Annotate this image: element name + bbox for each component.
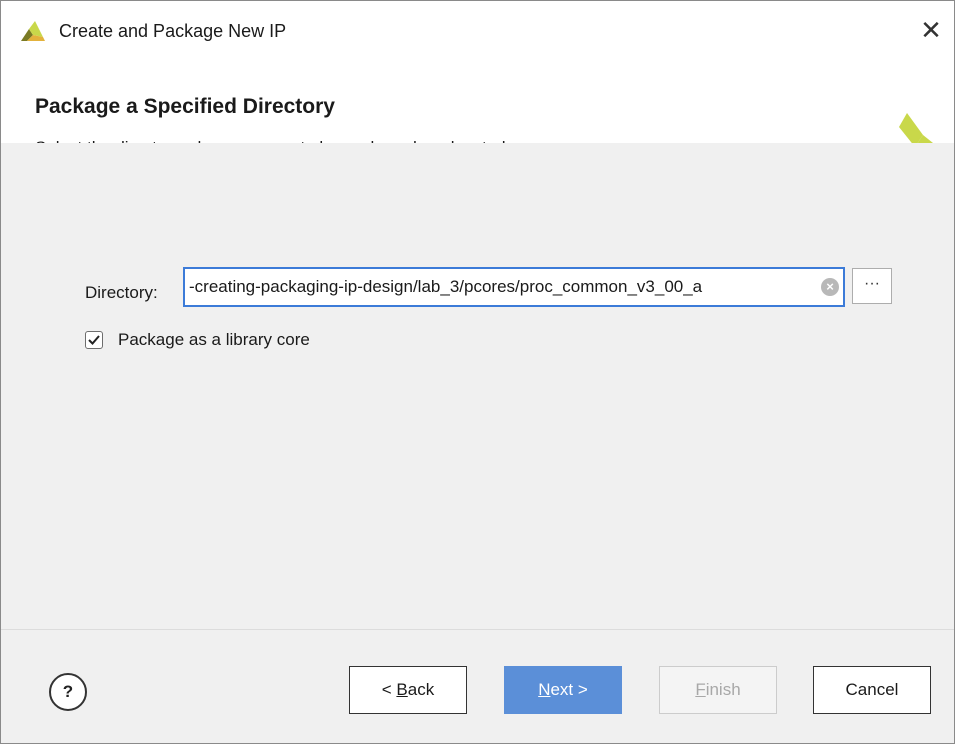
directory-label: Directory: <box>85 283 158 302</box>
package-library-label[interactable]: Package as a library core <box>118 330 310 350</box>
finish-button-mnemonic: F <box>695 680 706 699</box>
next-button[interactable]: Next > <box>504 666 622 714</box>
help-button[interactable]: ? <box>49 673 87 711</box>
window-title: Create and Package New IP <box>59 21 287 41</box>
package-library-checkbox[interactable] <box>85 331 103 349</box>
browse-button[interactable]: ··· <box>852 268 892 304</box>
next-button-mnemonic: N <box>538 680 551 699</box>
close-button[interactable]: ✕ <box>916 15 946 45</box>
title-bar: Create and Package New IP ✕ <box>1 1 954 57</box>
wizard-content: Directory: × ··· Package as a library co… <box>1 143 954 629</box>
clear-input-icon[interactable]: × <box>821 278 839 296</box>
cancel-button[interactable]: Cancel <box>813 666 931 714</box>
close-icon: ✕ <box>920 14 942 45</box>
finish-button-rest: inish <box>705 680 741 699</box>
directory-input[interactable] <box>189 269 815 305</box>
finish-button[interactable]: Finish <box>659 666 777 714</box>
next-button-rest: ext > <box>550 680 588 699</box>
back-button-rest: ack <box>407 680 435 699</box>
dialog-window: Create and Package New IP ✕ Package a Sp… <box>0 0 955 744</box>
wizard-footer: ? < Back Next > Finish Cancel <box>1 629 954 743</box>
back-button-prefix: < <box>381 680 397 699</box>
page-title: Package a Specified Directory <box>35 95 335 118</box>
back-button-mnemonic: B <box>396 680 408 699</box>
directory-field[interactable]: × <box>183 267 845 307</box>
checkmark-icon <box>88 335 100 345</box>
wizard-header: Package a Specified Directory Select the… <box>1 57 954 159</box>
back-button[interactable]: < Back <box>349 666 467 714</box>
xilinx-logo-icon <box>21 21 45 41</box>
